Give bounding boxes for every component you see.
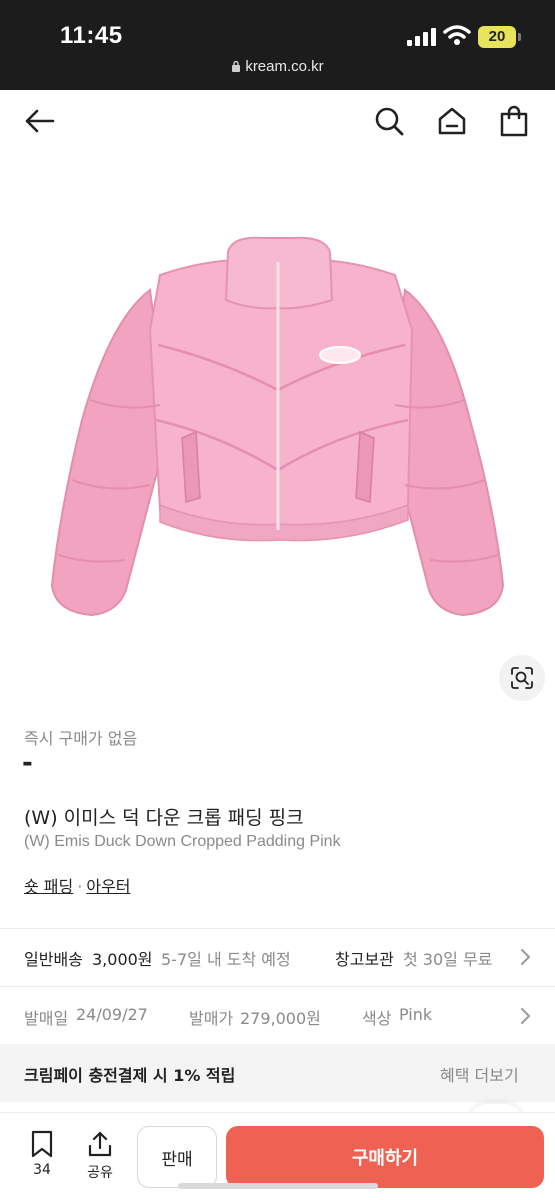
- release-price-label: 발매가: [189, 1009, 234, 1028]
- color-label: 색상: [362, 1009, 392, 1028]
- divider: [0, 928, 555, 929]
- instant-price: -: [22, 748, 33, 778]
- back-arrow-icon: [25, 109, 55, 133]
- status-time: 11:45: [60, 22, 123, 49]
- lock-icon: [232, 60, 241, 72]
- url-bar[interactable]: kream.co.kr: [0, 58, 555, 75]
- home-icon: [438, 107, 466, 135]
- category-link-outer[interactable]: 아우터: [86, 877, 130, 896]
- bookmark-count: 34: [33, 1162, 51, 1178]
- kream-pay-text: 크림페이 충전결제 시 1% 적립: [24, 1066, 236, 1085]
- storage-offer: 첫 30일 무료: [403, 950, 493, 969]
- category-breadcrumb: 숏 패딩 · 아우터: [24, 873, 131, 897]
- url-text: kream.co.kr: [245, 58, 324, 75]
- back-button[interactable]: [22, 104, 56, 138]
- search-icon: [375, 107, 404, 136]
- product-title-ko: (W) 이미스 덕 다운 크롭 패딩 핑크: [24, 807, 304, 829]
- share-icon: [88, 1131, 112, 1157]
- chevron-right-icon: [521, 949, 530, 965]
- storage-label: 창고보관: [335, 950, 394, 969]
- home-indicator: [178, 1183, 378, 1189]
- home-button[interactable]: [435, 104, 469, 138]
- product-title-en: (W) Emis Duck Down Cropped Padding Pink: [24, 833, 341, 850]
- search-button[interactable]: [372, 104, 406, 138]
- instant-price-label: 즉시 구매가 없음: [24, 729, 138, 748]
- chevron-right-icon: [521, 1008, 530, 1024]
- general-shipping-eta: 5-7일 내 도착 예정: [161, 950, 291, 969]
- shopping-bag-icon: [500, 105, 528, 137]
- signal-icon: [407, 28, 437, 46]
- benefits-more-link[interactable]: 혜택 더보기: [440, 1062, 519, 1086]
- battery-tip: [518, 33, 521, 41]
- share-label: 공유: [87, 1165, 113, 1181]
- bookmark-icon: [31, 1130, 53, 1158]
- image-search-button[interactable]: [499, 655, 545, 701]
- release-price-value: 279,000원: [240, 1009, 321, 1028]
- top-nav: [0, 90, 555, 154]
- shopping-bag-button[interactable]: [497, 104, 531, 138]
- bookmark-button[interactable]: 34: [24, 1130, 60, 1178]
- battery-icon: 20: [478, 26, 516, 48]
- category-link-short-padding[interactable]: 숏 패딩: [24, 877, 73, 896]
- sell-button[interactable]: 판매: [137, 1126, 217, 1188]
- lens-icon: [511, 667, 533, 689]
- category-separator: ·: [77, 877, 83, 896]
- status-bar: 11:45 20 kream.co.kr: [0, 0, 555, 90]
- jacket-image: [50, 236, 505, 617]
- divider: [0, 986, 555, 987]
- kream-pay-banner[interactable]: 크림페이 충전결제 시 1% 적립 혜택 더보기: [0, 1044, 555, 1102]
- general-shipping-price: 3,000원: [92, 950, 153, 969]
- buy-button[interactable]: 구매하기: [226, 1126, 544, 1188]
- product-image[interactable]: [0, 154, 555, 710]
- general-shipping-label: 일반배송: [24, 950, 83, 969]
- release-date-label: 발매일: [24, 1009, 69, 1028]
- release-date-value: 24/09/27: [76, 1005, 148, 1024]
- color-value: Pink: [399, 1005, 433, 1024]
- share-button[interactable]: 공유: [82, 1130, 118, 1182]
- wifi-icon: [443, 25, 471, 45]
